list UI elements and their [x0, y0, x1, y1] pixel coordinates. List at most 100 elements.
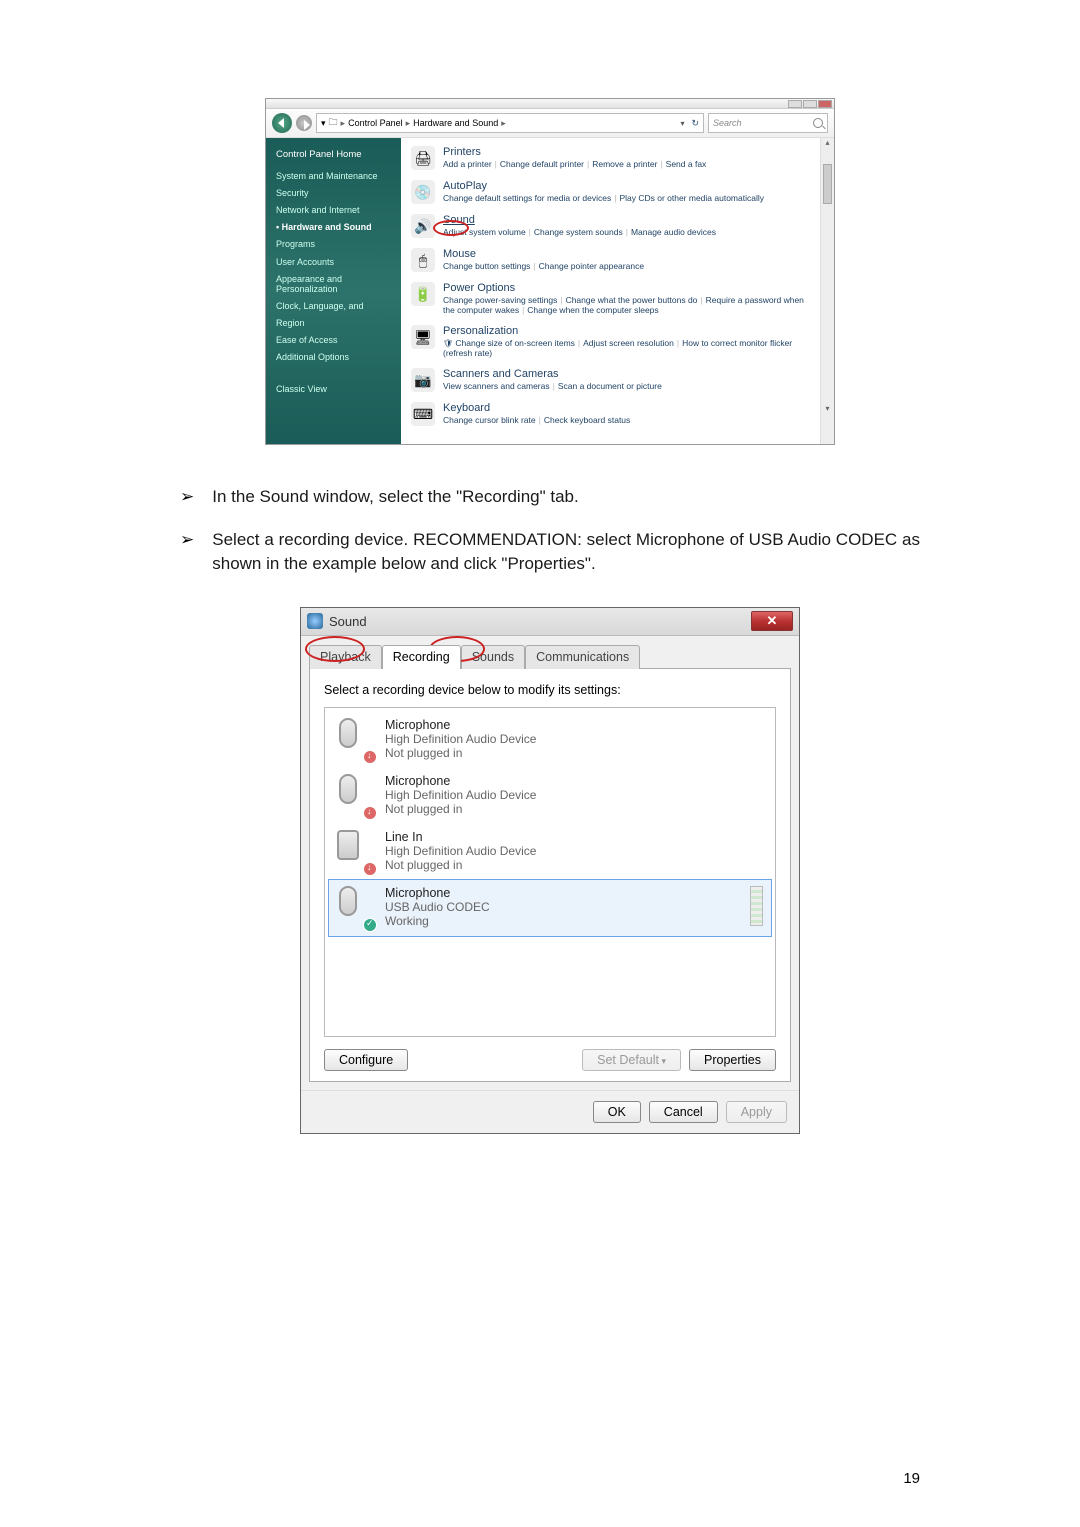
- instruction-item: ➢ In the Sound window, select the "Recor…: [180, 485, 920, 510]
- sidebar-item[interactable]: Ease of Access: [276, 332, 391, 349]
- category-title[interactable]: Mouse: [443, 248, 644, 260]
- category-title[interactable]: Printers: [443, 146, 706, 158]
- control-panel-main: 🖨PrintersAdd a printer|Change default pr…: [401, 138, 820, 444]
- scroll-thumb[interactable]: [823, 164, 832, 204]
- sidebar-home[interactable]: Control Panel Home: [276, 146, 391, 164]
- tab-communications[interactable]: Communications: [525, 645, 640, 669]
- cancel-button[interactable]: Cancel: [649, 1101, 718, 1123]
- category-link[interactable]: Change size of on-screen items: [443, 338, 575, 348]
- line-in-icon: [337, 830, 375, 874]
- device-list[interactable]: MicrophoneHigh Definition Audio DeviceNo…: [324, 707, 776, 1037]
- category-link[interactable]: Manage audio devices: [631, 227, 716, 237]
- sound-icon: [307, 613, 323, 629]
- scroll-up-icon[interactable]: ▴: [821, 138, 834, 150]
- device-name: Microphone: [385, 718, 536, 732]
- breadcrumb-item[interactable]: Control Panel: [348, 118, 403, 128]
- scrollbar[interactable]: ▴ ▾: [820, 138, 834, 444]
- category-item: 🖥PersonalizationChange size of on-screen…: [411, 325, 810, 358]
- close-button[interactable]: ✕: [751, 611, 793, 631]
- category-item: 💿 AutoPlayChange default settings for med…: [411, 180, 810, 204]
- category-icon: 🔋: [411, 282, 435, 306]
- device-item[interactable]: MicrophoneUSB Audio CODECWorking: [329, 880, 771, 936]
- category-link[interactable]: Change default settings for media or dev…: [443, 193, 611, 203]
- device-item[interactable]: Line InHigh Definition Audio DeviceNot p…: [329, 824, 771, 880]
- category-title[interactable]: Sound: [443, 214, 716, 226]
- properties-button[interactable]: Properties: [689, 1049, 776, 1071]
- maximize-button[interactable]: [803, 100, 817, 108]
- category-link[interactable]: Adjust system volume: [443, 227, 526, 237]
- category-link[interactable]: Remove a printer: [592, 159, 657, 169]
- breadcrumb-item[interactable]: Hardware and Sound: [413, 118, 498, 128]
- device-subtitle: USB Audio CODEC: [385, 900, 490, 914]
- category-link[interactable]: Check keyboard status: [544, 415, 630, 425]
- category-links: Change power-saving settings|Change what…: [443, 295, 810, 315]
- configure-button[interactable]: Configure: [324, 1049, 408, 1071]
- refresh-icon[interactable]: ↻: [691, 118, 699, 129]
- device-item[interactable]: MicrophoneHigh Definition Audio DeviceNo…: [329, 712, 771, 768]
- category-link[interactable]: Change cursor blink rate: [443, 415, 536, 425]
- breadcrumb[interactable]: ▾ 🗀 ▸ Control Panel ▸ Hardware and Sound…: [316, 113, 704, 133]
- ok-button[interactable]: OK: [593, 1101, 641, 1123]
- category-title[interactable]: Scanners and Cameras: [443, 368, 662, 380]
- sound-titlebar: Sound ✕: [301, 608, 799, 636]
- sidebar-item[interactable]: Programs: [276, 236, 391, 253]
- breadcrumb-dropdown-icon[interactable]: ▾: [680, 119, 684, 128]
- sidebar-item[interactable]: System and Maintenance: [276, 168, 391, 185]
- breadcrumb-sep: ▸: [501, 118, 506, 129]
- device-item[interactable]: MicrophoneHigh Definition Audio DeviceNo…: [329, 768, 771, 824]
- category-icon: 💿: [411, 180, 435, 204]
- category-link[interactable]: Send a fax: [666, 159, 707, 169]
- sound-title: Sound: [329, 614, 745, 629]
- category-link[interactable]: Change default printer: [500, 159, 584, 169]
- instruction-text: In the Sound window, select the "Recordi…: [212, 485, 920, 510]
- control-panel-window: ▾ 🗀 ▸ Control Panel ▸ Hardware and Sound…: [265, 98, 835, 445]
- apply-button[interactable]: Apply: [726, 1101, 787, 1123]
- device-text: MicrophoneHigh Definition Audio DeviceNo…: [385, 774, 536, 816]
- category-link[interactable]: Play CDs or other media automatically: [619, 193, 764, 203]
- tab-sounds[interactable]: Sounds: [461, 645, 525, 669]
- category-link[interactable]: View scanners and cameras: [443, 381, 550, 391]
- category-body: Power OptionsChange power-saving setting…: [443, 282, 810, 315]
- category-link[interactable]: Scan a document or picture: [558, 381, 662, 391]
- sidebar-item-security[interactable]: Security: [276, 185, 391, 202]
- category-title[interactable]: Personalization: [443, 325, 810, 337]
- unplugged-badge-icon: [363, 806, 377, 820]
- device-name: Microphone: [385, 774, 536, 788]
- device-status: Working: [385, 914, 490, 928]
- sidebar-item[interactable]: Appearance and Personalization: [276, 274, 391, 296]
- category-title[interactable]: Power Options: [443, 282, 810, 294]
- back-button[interactable]: [272, 113, 292, 133]
- category-link[interactable]: Change pointer appearance: [539, 261, 644, 271]
- forward-button[interactable]: [296, 115, 312, 131]
- sidebar-item[interactable]: Clock, Language, and Region: [276, 298, 391, 332]
- set-default-button[interactable]: Set Default: [582, 1049, 681, 1071]
- category-link[interactable]: Change power-saving settings: [443, 295, 557, 305]
- close-button[interactable]: [818, 100, 832, 108]
- category-item: 🖱MouseChange button settings|Change poin…: [411, 248, 810, 272]
- category-link[interactable]: Add a printer: [443, 159, 492, 169]
- scroll-down-icon[interactable]: ▾: [821, 404, 834, 416]
- minimize-button[interactable]: [788, 100, 802, 108]
- device-subtitle: High Definition Audio Device: [385, 732, 536, 746]
- instruction-item: ➢ Select a recording device. RECOMMENDAT…: [180, 528, 920, 577]
- search-input[interactable]: Search: [708, 113, 828, 133]
- category-title[interactable]: Keyboard: [443, 402, 630, 414]
- sidebar-item[interactable]: Additional Options: [276, 349, 391, 366]
- category-title[interactable]: AutoPlay: [443, 180, 764, 192]
- sidebar-classic-view[interactable]: Classic View: [276, 381, 391, 398]
- category-link[interactable]: Change what the power buttons do: [566, 295, 698, 305]
- category-link[interactable]: Change system sounds: [534, 227, 623, 237]
- tab-playback[interactable]: Playback: [309, 645, 382, 669]
- category-links: Change cursor blink rate|Check keyboard …: [443, 415, 630, 425]
- category-link[interactable]: Change when the computer sleeps: [527, 305, 658, 315]
- sidebar-item[interactable]: Network and Internet: [276, 202, 391, 219]
- nav-bar: ▾ 🗀 ▸ Control Panel ▸ Hardware and Sound…: [266, 109, 834, 138]
- category-icon: 🔊: [411, 214, 435, 238]
- sidebar-item-hardware-sound[interactable]: Hardware and Sound: [276, 219, 391, 236]
- category-link[interactable]: Adjust screen resolution: [583, 338, 674, 348]
- category-links: Change default settings for media or dev…: [443, 193, 764, 203]
- tab-recording[interactable]: Recording: [382, 645, 461, 669]
- sidebar-item[interactable]: User Accounts: [276, 254, 391, 271]
- category-links: View scanners and cameras|Scan a documen…: [443, 381, 662, 391]
- category-link[interactable]: Change button settings: [443, 261, 530, 271]
